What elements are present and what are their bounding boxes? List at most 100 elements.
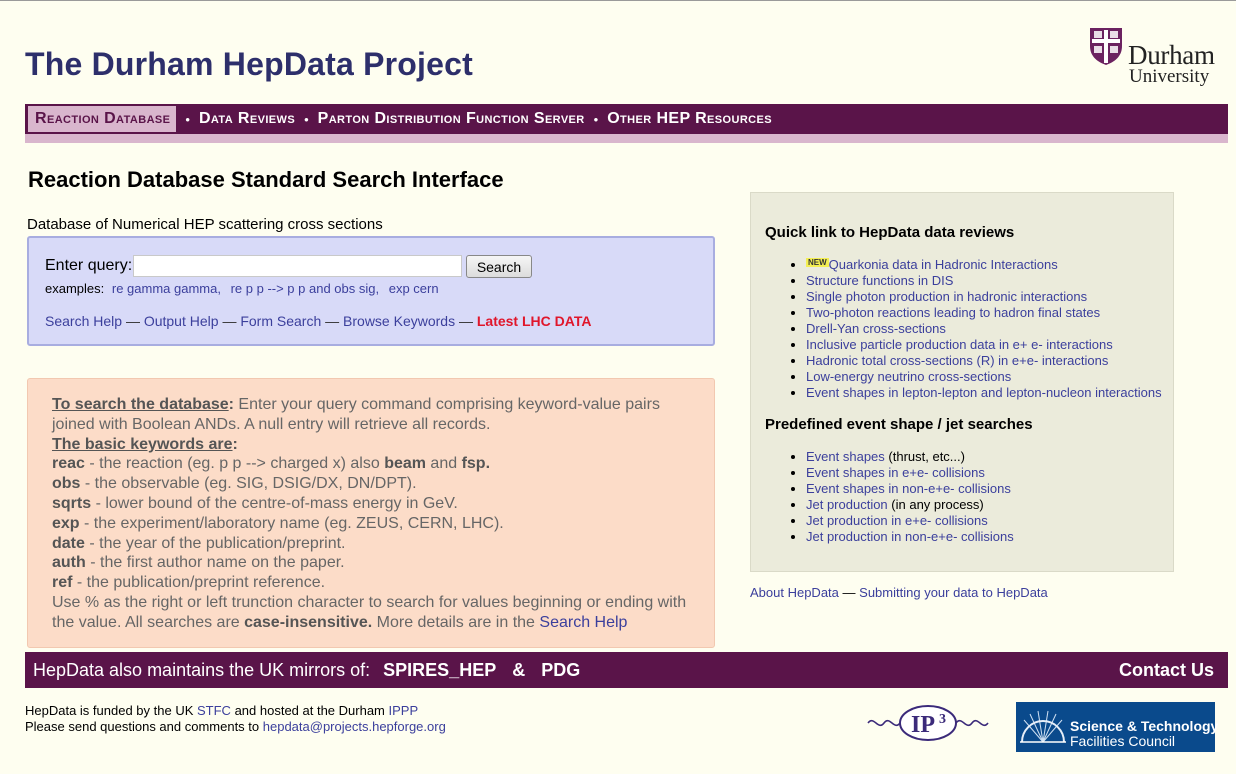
nav-item-reaction-database[interactable]: Reaction Database <box>28 106 177 132</box>
list-item: Structure functions in DIS <box>791 273 1162 289</box>
keyword-desc: - the year of the publication/preprint. <box>84 534 346 552</box>
event-search-link[interactable]: Event shapes in e+e- collisions <box>806 465 985 480</box>
review-link[interactable]: Single photon production in hadronic int… <box>806 289 1087 304</box>
mirrors-text: HepData also maintains the UK mirrors of… <box>33 660 588 681</box>
output-help-link[interactable]: Output Help <box>144 313 219 329</box>
about-hepdata-link[interactable]: About HepData <box>750 585 839 600</box>
credits: HepData is funded by the UK STFC and hos… <box>25 703 446 735</box>
dash-separator: — <box>325 313 340 329</box>
about-links: About HepData — Submitting your data to … <box>750 585 1048 600</box>
keyword-name: ref <box>52 574 73 592</box>
review-link[interactable]: Low-energy neutrino cross-sections <box>806 369 1011 384</box>
ippp-link[interactable]: IPPP <box>389 703 419 718</box>
pdg-link[interactable]: PDG <box>541 660 580 680</box>
keyword-row-ref: ref - the publication/preprint reference… <box>52 573 697 593</box>
event-searches-heading: Predefined event shape / jet searches <box>765 416 1033 433</box>
keyword-name: reac <box>52 455 85 473</box>
help-links: Search Help — Output Help — Form Search … <box>45 313 591 329</box>
query-input[interactable] <box>133 255 462 277</box>
event-searches-list: Event shapes (thrust, etc...) Event shap… <box>791 449 1014 545</box>
stfc-name-line2: Facilities Council <box>1070 733 1176 749</box>
keyword-name: exp <box>52 514 80 532</box>
list-item: Low-energy neutrino cross-sections <box>791 369 1162 385</box>
review-link[interactable]: Hadronic total cross-sections (R) in e+e… <box>806 353 1108 368</box>
review-link[interactable]: Two-photon reactions leading to hadron f… <box>806 305 1100 320</box>
contact-us-link[interactable]: Contact Us <box>1119 660 1214 681</box>
search-instructions-panel: To search the database: Enter your query… <box>27 378 715 648</box>
query-label: Enter query: <box>45 257 133 274</box>
list-item: Jet production (in any process) <box>791 497 1014 513</box>
event-search-link[interactable]: Jet production <box>806 497 888 512</box>
stfc-name-line1: Science & Technology <box>1070 718 1219 734</box>
ippp-logo[interactable]: IP 3 <box>866 703 990 743</box>
nav-underline <box>25 134 1228 143</box>
search-help-link-bottom[interactable]: Search Help <box>539 614 627 631</box>
keyword-desc: - the experiment/laboratory name (eg. ZE… <box>79 514 504 532</box>
nav-item-other-hep-resources[interactable]: Other HEP Resources <box>607 110 772 128</box>
search-button[interactable]: Search <box>466 255 532 278</box>
review-link[interactable]: Quarkonia data in Hadronic Interactions <box>829 257 1058 272</box>
nav-item-data-reviews[interactable]: Data Reviews <box>199 110 295 128</box>
list-item: Single photon production in hadronic int… <box>791 289 1162 305</box>
keyword-desc: - lower bound of the centre-of-mass ener… <box>91 494 458 512</box>
keyword-row-reac: reac - the reaction (eg. p p --> charged… <box>52 454 697 474</box>
submit-data-link[interactable]: Submitting your data to HepData <box>859 585 1048 600</box>
keyword-name: sqrts <box>52 494 92 512</box>
nav-item-pdf-server[interactable]: Parton Distribution Function Server <box>318 110 585 128</box>
durham-shield-icon <box>1090 28 1122 65</box>
review-link[interactable]: Structure functions in DIS <box>806 273 953 288</box>
list-item: Two-photon reactions leading to hadron f… <box>791 305 1162 321</box>
event-search-link[interactable]: Event shapes in non-e+e- collisions <box>806 481 1011 496</box>
keyword-desc: - the publication/preprint reference. <box>72 574 326 592</box>
browse-keywords-link[interactable]: Browse Keywords <box>343 313 455 329</box>
list-item: Hadronic total cross-sections (R) in e+e… <box>791 353 1162 369</box>
event-search-note: (in any process) <box>887 497 984 512</box>
event-search-link[interactable]: Jet production in non-e+e- collisions <box>806 529 1014 544</box>
review-link[interactable]: Event shapes in lepton-lepton and lepton… <box>806 385 1162 400</box>
dash-separator: — <box>222 313 237 329</box>
main-nav: Reaction Database • Data Reviews • Parto… <box>25 104 1228 134</box>
keyword-name: beam <box>384 455 426 473</box>
stfc-link[interactable]: STFC <box>197 703 231 718</box>
example-link-pp[interactable]: re p p --> p p and obs sig, <box>231 281 380 296</box>
event-search-link[interactable]: Event shapes <box>806 449 885 464</box>
list-item: Event shapes in e+e- collisions <box>791 465 1014 481</box>
keyword-name: auth <box>52 554 86 572</box>
dash-separator: — <box>125 313 140 329</box>
example-link-exp-cern[interactable]: exp cern <box>389 281 439 296</box>
keyword-desc: - the first author name on the paper. <box>85 554 345 572</box>
spires-hep-link[interactable]: SPIRES_HEP <box>383 660 496 680</box>
example-link-gamma-gamma[interactable]: re gamma gamma, <box>112 281 221 296</box>
ippp-logo-graphic: IP 3 <box>867 705 989 741</box>
search-help-link[interactable]: Search Help <box>45 313 122 329</box>
form-search-link[interactable]: Form Search <box>240 313 321 329</box>
keyword-desc: - the observable (eg. SIG, DSIG/DX, DN/D… <box>80 475 417 493</box>
new-badge: NEW <box>806 258 829 267</box>
keyword-row-exp: exp - the experiment/laboratory name (eg… <box>52 514 697 534</box>
event-search-note: (thrust, etc...) <box>884 449 965 464</box>
colon: : <box>232 435 238 453</box>
search-panel: Enter query: Search examples: re gamma g… <box>27 236 715 346</box>
instructions-text: To search the database: Enter your query… <box>52 395 697 633</box>
keyword-row-sqrts: sqrts - lower bound of the centre-of-mas… <box>52 494 697 514</box>
footer-bar: HepData also maintains the UK mirrors of… <box>25 652 1228 688</box>
durham-university-logo[interactable]: Durham University <box>1088 26 1233 88</box>
email-link[interactable]: hepdata@projects.hepforge.org <box>263 719 446 734</box>
list-item: Event shapes (thrust, etc...) <box>791 449 1014 465</box>
credits-text: and hosted at the Durham <box>230 703 389 718</box>
dash-separator: — <box>458 313 473 329</box>
search-instructions-title: To search the database <box>52 396 229 413</box>
credits-text: Please send questions and comments to <box>25 719 263 734</box>
site-title: The Durham HepData Project <box>25 46 473 82</box>
nav-separator: • <box>593 111 599 127</box>
event-search-link[interactable]: Jet production in e+e- collisions <box>806 513 988 528</box>
stfc-logo[interactable]: Science & Technology Facilities Council <box>1016 702 1219 752</box>
review-link[interactable]: Inclusive particle production data in e+… <box>806 337 1113 352</box>
review-link[interactable]: Drell-Yan cross-sections <box>806 321 946 336</box>
list-item: Event shapes in non-e+e- collisions <box>791 481 1014 497</box>
logo-text-university: University <box>1129 66 1210 87</box>
latest-lhc-data-link[interactable]: Latest LHC DATA <box>477 313 592 329</box>
keyword-row-auth: auth - the first author name on the pape… <box>52 553 697 573</box>
keywords-title: The basic keywords are <box>52 435 233 453</box>
keyword-desc: and <box>425 455 462 473</box>
